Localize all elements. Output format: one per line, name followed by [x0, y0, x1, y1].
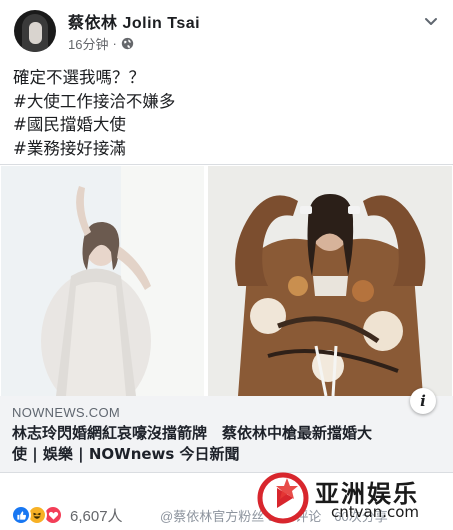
meta-separator: · [112, 36, 117, 51]
card-image-left[interactable] [1, 166, 204, 396]
photo-woman-white-dress [1, 166, 204, 396]
post-meta: 16分钟 · [68, 34, 134, 53]
info-icon[interactable]: i [410, 388, 436, 414]
chevron-down-icon [424, 14, 438, 33]
avatar-face [29, 22, 42, 44]
post-hashtag[interactable]: #大使工作接洽不嫌多 [13, 90, 443, 114]
card-domain[interactable]: NOWNEWS.COM [12, 405, 120, 420]
card-image-right[interactable] [208, 166, 452, 396]
card-title[interactable]: 林志玲閃婚網紅哀嚎沒擋箭牌 蔡依林中槍最新擋婚大 使 | 娛樂 | NOWnew… [12, 423, 442, 465]
link-preview-card[interactable]: i NOWNEWS.COM 林志玲閃婚網紅哀嚎沒擋箭牌 蔡依林中槍最新擋婚大 使… [0, 164, 453, 473]
card-title-line[interactable]: 使 | 娛樂 | NOWnews 今日新聞 [12, 444, 442, 465]
post-body: 確定不選我嗎？？ #大使工作接洽不嫌多 #國民擋婚大使 #業務接好接滿 [13, 66, 443, 160]
post-header: 蔡依林 Jolin Tsai 16分钟 · [0, 0, 453, 62]
avatar[interactable] [14, 10, 56, 52]
watermark-logo [257, 472, 309, 524]
card-images[interactable] [0, 165, 453, 396]
post-hashtag[interactable]: #業務接好接滿 [13, 137, 443, 161]
reaction-count[interactable]: 6,607人 [70, 505, 123, 526]
like-icon[interactable] [11, 505, 31, 525]
post-hashtag[interactable]: #國民擋婚大使 [13, 113, 443, 137]
photo-woman-patterned-outfit [208, 166, 452, 396]
post-time[interactable]: 16分钟 [68, 34, 108, 53]
reactions-bar[interactable]: 6,607人 [11, 504, 123, 526]
globe-icon[interactable] [121, 37, 134, 50]
author-name[interactable]: 蔡依林 Jolin Tsai [68, 9, 200, 33]
watermark-text-en: cntvan.com [331, 503, 420, 521]
post-line: 確定不選我嗎？？ [13, 68, 145, 87]
more-options-button[interactable] [418, 10, 444, 36]
watermark: 亚洲娱乐 cntvan.com [257, 470, 449, 526]
card-title-line[interactable]: 林志玲閃婚網紅哀嚎沒擋箭牌 蔡依林中槍最新擋婚大 [12, 423, 442, 444]
